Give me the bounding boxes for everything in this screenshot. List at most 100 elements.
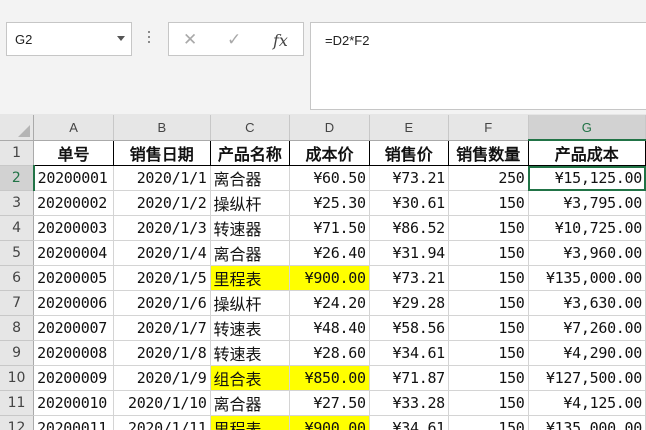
cell-f6[interactable]: 150 [448,265,529,291]
cell-f12[interactable]: 150 [448,415,529,430]
cell-g5[interactable]: ¥3,960.00 [528,240,646,266]
cell-g8[interactable]: ¥7,260.00 [528,315,646,341]
cell-b4[interactable]: 2020/1/3 [113,215,211,241]
cell-f3[interactable]: 150 [448,190,529,216]
cell-g6[interactable]: ¥135,000.00 [528,265,646,291]
cell-c9[interactable]: 转速表 [210,340,291,366]
row-header[interactable]: 2 [0,165,35,191]
cell-d5[interactable]: ¥26.40 [289,240,370,266]
cell-f8[interactable]: 150 [448,315,529,341]
row-header[interactable]: 3 [0,190,35,216]
cell-g12[interactable]: ¥135,000.00 [528,415,646,430]
cell-b10[interactable]: 2020/1/9 [113,365,211,391]
cell-f7[interactable]: 150 [448,290,529,316]
row-header[interactable]: 11 [0,390,35,416]
cell-g3[interactable]: ¥3,795.00 [528,190,646,216]
cancel-icon[interactable]: ✕ [183,30,197,50]
cell-e1[interactable]: 销售价 [369,140,449,166]
cell-c6[interactable]: 里程表 [210,265,291,291]
cell-d9[interactable]: ¥28.60 [289,340,370,366]
cell-g7[interactable]: ¥3,630.00 [528,290,646,316]
cell-a10[interactable]: 20200009 [33,365,114,391]
cell-e10[interactable]: ¥71.87 [369,365,449,391]
row-header[interactable]: 4 [0,215,35,241]
cell-d7[interactable]: ¥24.20 [289,290,370,316]
cell-g11[interactable]: ¥4,125.00 [528,390,646,416]
column-header-d[interactable]: D [289,115,370,141]
cell-d4[interactable]: ¥71.50 [289,215,370,241]
cell-e5[interactable]: ¥31.94 [369,240,449,266]
cell-c12[interactable]: 里程表 [210,415,291,430]
cell-d3[interactable]: ¥25.30 [289,190,370,216]
column-header-a[interactable]: A [33,115,114,141]
row-header[interactable]: 5 [0,240,35,266]
cell-c11[interactable]: 离合器 [210,390,291,416]
row-header[interactable]: 10 [0,365,35,391]
cell-f10[interactable]: 150 [448,365,529,391]
cell-b12[interactable]: 2020/1/11 [113,415,211,430]
splitter-dots-icon[interactable] [148,31,151,47]
cell-b11[interactable]: 2020/1/10 [113,390,211,416]
row-header[interactable]: 7 [0,290,35,316]
cell-a1[interactable]: 单号 [33,140,114,166]
cell-c4[interactable]: 转速器 [210,215,291,241]
column-header-c[interactable]: C [210,115,291,141]
cell-e2[interactable]: ¥73.21 [369,165,449,191]
cell-a2[interactable]: 20200001 [33,165,114,191]
cell-e4[interactable]: ¥86.52 [369,215,449,241]
cell-d2[interactable]: ¥60.50 [289,165,370,191]
cell-a4[interactable]: 20200003 [33,215,114,241]
cell-b9[interactable]: 2020/1/8 [113,340,211,366]
cell-a8[interactable]: 20200007 [33,315,114,341]
cell-f4[interactable]: 150 [448,215,529,241]
cell-f1[interactable]: 销售数量 [448,140,529,166]
row-header[interactable]: 9 [0,340,35,366]
cell-a7[interactable]: 20200006 [33,290,114,316]
cell-c2[interactable]: 离合器 [210,165,291,191]
column-header-f[interactable]: F [448,115,529,141]
select-all-corner[interactable] [0,115,35,141]
cell-g2[interactable]: ¥15,125.00 [528,165,646,191]
column-header-b[interactable]: B [113,115,211,141]
cell-b3[interactable]: 2020/1/2 [113,190,211,216]
cell-a9[interactable]: 20200008 [33,340,114,366]
cell-a11[interactable]: 20200010 [33,390,114,416]
column-header-g[interactable]: G [528,115,646,141]
cell-c1[interactable]: 产品名称 [210,140,291,166]
cell-f9[interactable]: 150 [448,340,529,366]
cell-b5[interactable]: 2020/1/4 [113,240,211,266]
insert-function-icon[interactable]: fx [273,31,288,50]
cell-g1[interactable]: 产品成本 [528,140,646,166]
cell-c5[interactable]: 离合器 [210,240,291,266]
cell-d11[interactable]: ¥27.50 [289,390,370,416]
cell-d6[interactable]: ¥900.00 [289,265,370,291]
cell-a6[interactable]: 20200005 [33,265,114,291]
cell-c3[interactable]: 操纵杆 [210,190,291,216]
cell-g9[interactable]: ¥4,290.00 [528,340,646,366]
formula-input[interactable]: =D2*F2 [310,22,646,110]
cell-e8[interactable]: ¥58.56 [369,315,449,341]
enter-icon[interactable]: ✓ [227,30,241,50]
cell-d8[interactable]: ¥48.40 [289,315,370,341]
cell-d10[interactable]: ¥850.00 [289,365,370,391]
row-header[interactable]: 8 [0,315,35,341]
name-box[interactable]: G2 [6,22,132,56]
cell-e7[interactable]: ¥29.28 [369,290,449,316]
cell-e6[interactable]: ¥73.21 [369,265,449,291]
cell-f5[interactable]: 150 [448,240,529,266]
row-header[interactable]: 1 [0,140,35,166]
cell-a12[interactable]: 20200011 [33,415,114,430]
cell-e11[interactable]: ¥33.28 [369,390,449,416]
cell-c10[interactable]: 组合表 [210,365,291,391]
cell-c8[interactable]: 转速表 [210,315,291,341]
row-header[interactable]: 12 [0,415,35,430]
cell-g10[interactable]: ¥127,500.00 [528,365,646,391]
cell-f2[interactable]: 250 [448,165,529,191]
cell-b6[interactable]: 2020/1/5 [113,265,211,291]
cell-d12[interactable]: ¥900.00 [289,415,370,430]
cell-b2[interactable]: 2020/1/1 [113,165,211,191]
cell-b7[interactable]: 2020/1/6 [113,290,211,316]
cell-c7[interactable]: 操纵杆 [210,290,291,316]
cell-e3[interactable]: ¥30.61 [369,190,449,216]
column-header-e[interactable]: E [369,115,449,141]
